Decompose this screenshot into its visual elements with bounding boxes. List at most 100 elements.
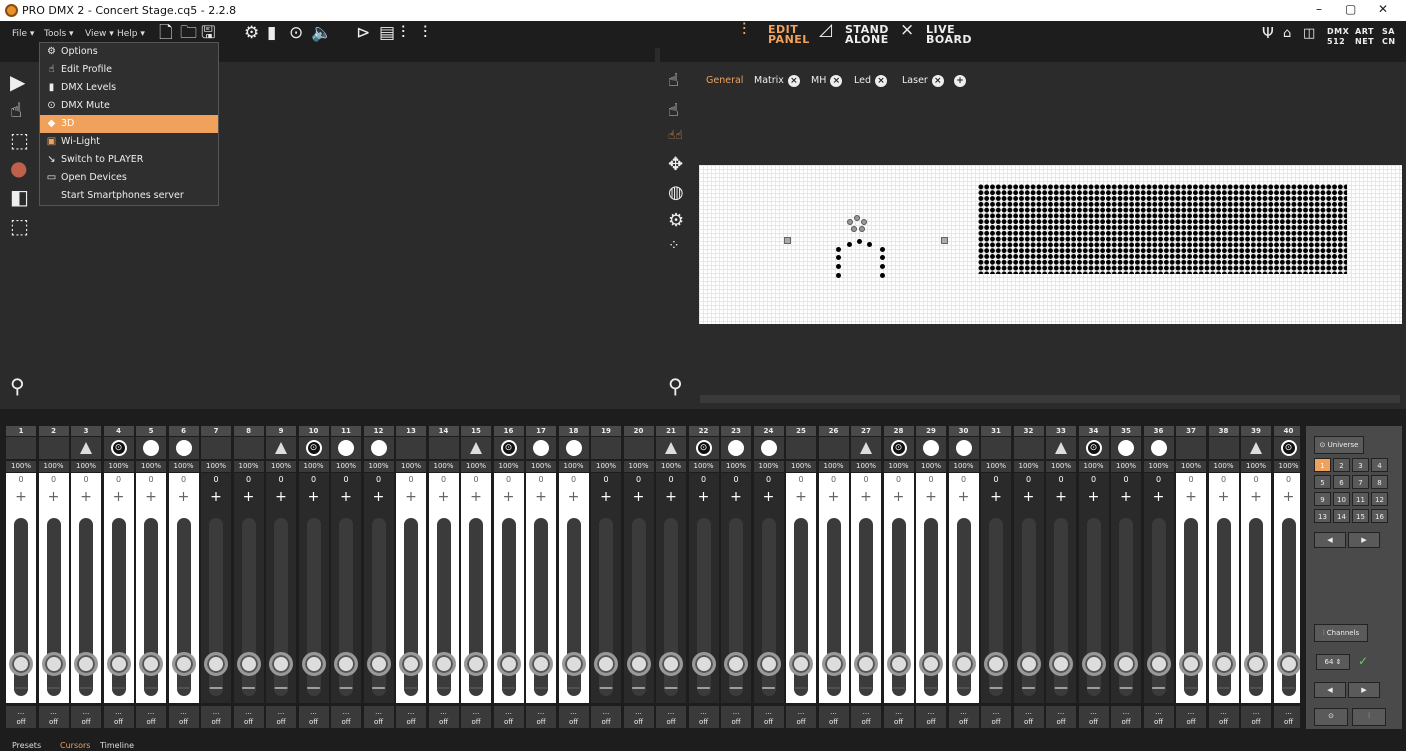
fader-knob[interactable] — [41, 652, 66, 676]
channel-off-button[interactable]: ... off — [298, 706, 329, 728]
universe-button[interactable]: ⊙ Universe — [1314, 436, 1364, 454]
channel-off-button[interactable]: ... off — [526, 706, 556, 728]
new-file-icon[interactable]: 🗋 — [159, 25, 173, 42]
channel-minus-button[interactable]: — — [949, 680, 979, 696]
channel-plus-button[interactable]: + — [461, 489, 491, 505]
channel-minus-button[interactable]: — — [851, 680, 881, 696]
channel-plus-button[interactable]: + — [1241, 489, 1271, 505]
fixture-dot[interactable] — [880, 255, 885, 260]
channel-plus-button[interactable]: + — [1079, 489, 1109, 505]
fader-knob[interactable] — [1244, 652, 1268, 676]
dmx-mute-icon[interactable]: ⊙ — [289, 25, 303, 42]
fader-knob[interactable] — [1114, 652, 1138, 676]
channel-off-button[interactable]: ... off — [461, 706, 491, 728]
universe-number-button[interactable]: 9 — [1314, 492, 1331, 506]
fader-knob[interactable] — [236, 652, 261, 676]
channel-off-button[interactable]: ... off — [1013, 706, 1044, 728]
fixture-dot[interactable] — [836, 247, 841, 252]
channel-minus-button[interactable]: — — [819, 680, 849, 696]
channel-minus-button[interactable]: — — [364, 680, 394, 696]
channel-off-button[interactable]: ... off — [1078, 706, 1109, 728]
channel-off-button[interactable]: ... off — [656, 706, 686, 728]
faders-up-off-icon[interactable]: ⫶ — [423, 25, 427, 42]
fader-knob[interactable] — [691, 652, 716, 676]
fader-knob[interactable] — [1016, 652, 1041, 676]
fader-knob[interactable] — [1179, 652, 1203, 676]
channel-off-button[interactable]: ... off — [493, 706, 524, 728]
channel-minus-button[interactable]: — — [656, 680, 686, 696]
channel-plus-button[interactable]: + — [819, 489, 849, 505]
fader-knob[interactable] — [919, 652, 943, 676]
channel-off-button[interactable]: ... off — [331, 706, 361, 728]
fixture-dot[interactable] — [851, 226, 857, 232]
fixture-dot[interactable] — [836, 255, 841, 260]
channel-minus-button[interactable]: — — [494, 680, 524, 696]
fader-knob[interactable] — [789, 652, 813, 676]
universe-number-button[interactable]: 15 — [1352, 509, 1369, 523]
channel-plus-button[interactable]: + — [1274, 489, 1301, 505]
channel-minus-button[interactable]: — — [689, 680, 719, 696]
channel-off-button[interactable]: ... off — [916, 706, 946, 728]
channel-off-button[interactable]: ... off — [1111, 706, 1141, 728]
fixture-square[interactable] — [941, 237, 948, 244]
fixture-settings-icon[interactable]: ☝ — [668, 100, 679, 121]
menu-item-smartphones-server[interactable]: Start Smartphones server — [40, 187, 218, 205]
channel-minus-button[interactable]: — — [71, 680, 101, 696]
channel-plus-button[interactable]: + — [526, 489, 556, 505]
wireless-icon[interactable]: ◫ — [1303, 25, 1315, 42]
save-icon[interactable]: 🖫 — [201, 25, 215, 42]
channel-off-button[interactable]: ... off — [136, 706, 166, 728]
fader-knob[interactable] — [399, 652, 423, 676]
select-icon[interactable]: ⬚ — [10, 128, 29, 152]
move-icon[interactable]: ✥ — [668, 154, 683, 175]
channel-minus-button[interactable]: — — [234, 680, 264, 696]
gear-icon[interactable]: ⚙ — [668, 210, 684, 231]
add-fixture-icon[interactable]: ☝ — [668, 70, 679, 91]
channel-minus-button[interactable]: — — [1241, 680, 1271, 696]
tab-timeline[interactable]: Timeline — [100, 741, 134, 750]
channel-off-button[interactable]: ... off — [396, 706, 426, 728]
tab-mh[interactable]: MH × — [807, 72, 846, 90]
fader-knob[interactable] — [1146, 652, 1171, 676]
fixture-dot[interactable] — [854, 215, 860, 221]
channel-plus-button[interactable]: + — [201, 489, 231, 505]
channel-off-button[interactable]: ... off — [266, 706, 296, 728]
channel-off-button[interactable]: ... off — [981, 706, 1011, 728]
palette-icon[interactable]: ◍ — [668, 182, 684, 203]
fixture-dot[interactable] — [847, 242, 852, 247]
fixture-dot[interactable] — [880, 273, 885, 278]
fader-knob[interactable] — [431, 652, 456, 676]
fixture-dot[interactable] — [859, 226, 865, 232]
channel-plus-button[interactable]: + — [786, 489, 816, 505]
menu-item-dmx-levels[interactable]: ▮ DMX Levels — [40, 79, 218, 97]
channel-plus-button[interactable]: + — [494, 489, 524, 505]
fader-knob[interactable] — [74, 652, 98, 676]
menu-item-switch-player[interactable]: ↘ Switch to PLAYER — [40, 151, 218, 169]
channel-minus-button[interactable]: — — [721, 680, 751, 696]
channel-plus-button[interactable]: + — [39, 489, 69, 505]
fader-knob[interactable] — [724, 652, 748, 676]
channels-count-input[interactable]: 64 ⇕ — [1316, 654, 1350, 670]
universe-number-button[interactable]: 11 — [1352, 492, 1369, 506]
channel-plus-button[interactable]: + — [1209, 489, 1239, 505]
minimize-button[interactable]: – — [1316, 2, 1322, 16]
fader-knob[interactable] — [366, 652, 391, 676]
channel-plus-button[interactable]: + — [949, 489, 979, 505]
universe-number-button[interactable]: 16 — [1371, 509, 1388, 523]
channel-plus-button[interactable]: + — [1144, 489, 1174, 505]
search-icon[interactable]: ⚲ — [10, 374, 25, 398]
fader-knob[interactable] — [561, 652, 586, 676]
channel-minus-button[interactable]: — — [1079, 680, 1109, 696]
dmx-view-button[interactable]: ⊙ — [1314, 708, 1348, 726]
close-tab-icon[interactable]: × — [875, 75, 888, 87]
usb-icon[interactable]: Ψ — [1262, 25, 1274, 42]
frame-icon[interactable]: ⬚ — [10, 214, 29, 238]
fader-knob[interactable] — [659, 652, 683, 676]
universe-number-button[interactable]: 1 — [1314, 458, 1331, 472]
fader-knob[interactable] — [334, 652, 358, 676]
tab-presets[interactable]: Presets — [12, 741, 41, 750]
fader-knob[interactable] — [951, 652, 976, 676]
channel-minus-button[interactable]: — — [266, 680, 296, 696]
channels-prev-button[interactable]: ◀ — [1314, 682, 1346, 698]
fader-knob[interactable] — [9, 652, 33, 676]
